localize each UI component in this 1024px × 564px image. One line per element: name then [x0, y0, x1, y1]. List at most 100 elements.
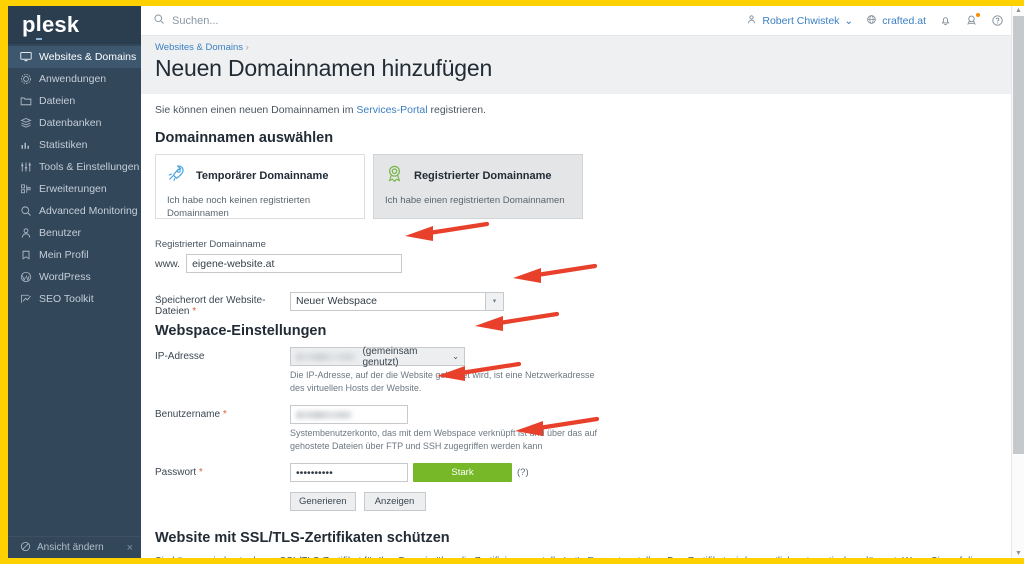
generate-password-button[interactable]: Generieren	[290, 492, 356, 512]
storage-field-control: Neuer Webspace ▾	[290, 291, 1024, 311]
close-icon[interactable]: ×	[127, 542, 133, 554]
sidebar-item-advanced-monitoring[interactable]: Advanced Monitoring	[8, 200, 141, 222]
lets-encrypt-link[interactable]: Let's Encrypt	[564, 556, 622, 558]
card-registered-domain[interactable]: Registrierter Domainname Ich habe einen …	[373, 154, 583, 219]
ip-address-redacted-value	[296, 352, 358, 361]
collapse-chevron-icon[interactable]: ‹	[157, 291, 161, 303]
card-description: Ich habe noch keinen registrierten Domai…	[167, 195, 311, 219]
section-title-webspace: Webspace-Einstellungen	[155, 323, 327, 339]
ip-field-hint: Die IP-Adresse, auf der die Website geho…	[290, 370, 595, 394]
required-marker: *	[198, 467, 203, 479]
storage-select-value[interactable]: Neuer Webspace	[290, 291, 486, 311]
globe-icon	[866, 14, 877, 28]
award-rosette-icon	[384, 163, 405, 189]
sidebar-item-benutzer[interactable]: Benutzer	[8, 222, 141, 244]
sidebar: p l esk Websites & Domains Anwendungen Dat…	[8, 6, 141, 558]
ip-address-select[interactable]: (gemeinsam genutzt) ⌄	[290, 346, 465, 368]
username-field-hint: Systembenutzerkonto, das mit dem Webspac…	[290, 428, 597, 452]
services-portal-link[interactable]: Services-Portal	[356, 104, 427, 116]
ip-field-control: (gemeinsam genutzt) ⌄ Die IP-Adresse, au…	[290, 346, 1024, 395]
username-field-row: Benutzername * Systembenutzerkonto, das …	[155, 405, 1024, 453]
site-link[interactable]: crafted.at	[866, 14, 926, 28]
page-header: Websites & Domains › Neuen Domainnamen h…	[141, 36, 1024, 94]
sidebar-item-label: Advanced Monitoring	[39, 205, 138, 217]
form-body: Sie können einen neuen Domainnamen im Se…	[141, 94, 1024, 558]
sidebar-item-label: Tools & Einstellungen	[39, 161, 140, 173]
chevron-down-icon: ⌄	[452, 352, 459, 361]
domain-prefix: www.	[155, 257, 181, 270]
storage-select[interactable]: Neuer Webspace ▾	[290, 291, 504, 311]
user-menu[interactable]: Robert Chwistek ⌄	[746, 14, 853, 28]
sidebar-item-label: Dateien	[39, 95, 76, 107]
puzzle-icon	[20, 183, 32, 195]
breadcrumb-separator: ›	[245, 42, 249, 53]
rocket-icon	[166, 163, 187, 189]
monitor-icon	[20, 51, 32, 63]
breadcrumb-item[interactable]: Websites & Domains	[155, 42, 243, 53]
search-box[interactable]	[153, 12, 746, 30]
user-name: Robert Chwistek	[762, 14, 840, 27]
bar-chart-icon	[20, 139, 32, 151]
intro-text: Sie können einen neuen Domainnamen im Se…	[155, 104, 1024, 116]
page-title: Neuen Domainnamen hinzufügen	[155, 55, 493, 81]
logo-text-pre: p	[22, 12, 36, 37]
view-change-icon	[20, 541, 31, 555]
page-content: Websites & Domains › Neuen Domainnamen h…	[141, 36, 1024, 558]
card-header: Registrierter Domainname	[384, 163, 572, 189]
intro-after: registrieren.	[427, 104, 486, 116]
intro-before: Sie können einen neuen Domainnamen im	[155, 104, 357, 116]
domain-name-input[interactable]	[186, 254, 403, 273]
username-redacted-value	[296, 410, 352, 419]
bell-icon[interactable]	[939, 14, 952, 27]
domain-field-row: www.	[155, 254, 1024, 273]
password-field-row: Passwort * Stark (?) Generieren An	[155, 463, 1024, 512]
required-marker: *	[192, 306, 197, 317]
sidebar-item-dateien[interactable]: Dateien	[8, 90, 141, 112]
badge-icon	[20, 249, 32, 261]
breadcrumb[interactable]: Websites & Domains ›	[155, 42, 1024, 53]
view-change-bar[interactable]: Ansicht ändern ×	[8, 536, 141, 558]
scrollbar-thumb[interactable]	[1013, 16, 1024, 454]
username-label-text: Benutzername	[155, 409, 221, 421]
show-password-button[interactable]: Anzeigen	[363, 492, 426, 512]
section-title-domain: Domainnamen auswählen	[155, 130, 334, 146]
sidebar-item-label: Datenbanken	[39, 117, 102, 129]
password-help-link[interactable]: (?)	[517, 467, 529, 478]
ip-field-row: IP-Adresse (gemeinsam genutzt) ⌄ Die IP-…	[155, 346, 1024, 395]
scroll-up-icon[interactable]: ▲	[1015, 7, 1022, 14]
extensions-icon[interactable]	[965, 13, 980, 27]
domain-type-cards: Temporärer Domainname Ich habe noch kein…	[155, 154, 1024, 219]
trend-icon	[20, 293, 32, 305]
sidebar-item-datenbanken[interactable]: Datenbanken	[8, 112, 141, 134]
sidebar-nav: Websites & Domains Anwendungen Dateien D…	[8, 44, 141, 310]
storage-field-row: ‹ Speicherort der Website-Dateien * Neue…	[155, 291, 1024, 317]
password-buttons: Generieren Anzeigen	[290, 492, 1024, 512]
plesk-logo[interactable]: p l esk	[8, 6, 141, 44]
sidebar-item-erweiterungen[interactable]: Erweiterungen	[8, 178, 141, 200]
password-strength-bar: Stark	[413, 463, 512, 483]
card-temporary-domain[interactable]: Temporärer Domainname Ich habe noch kein…	[155, 154, 365, 219]
username-input[interactable]	[290, 405, 408, 425]
sidebar-item-seo-toolkit[interactable]: SEO Toolkit	[8, 288, 141, 310]
sidebar-item-statistiken[interactable]: Statistiken	[8, 134, 141, 156]
sidebar-item-mein-profil[interactable]: Mein Profil	[8, 244, 141, 266]
help-icon[interactable]	[991, 14, 1004, 27]
required-marker: *	[222, 409, 227, 421]
chevron-down-icon[interactable]: ▾	[486, 291, 504, 311]
view-change-label: Ansicht ändern	[37, 542, 104, 553]
sidebar-item-wordpress[interactable]: WordPress	[8, 266, 141, 288]
sidebar-item-anwendungen[interactable]: Anwendungen	[8, 68, 141, 90]
password-input[interactable]	[290, 463, 408, 483]
card-header: Temporärer Domainname	[166, 163, 354, 189]
username-field-label: Benutzername *	[155, 405, 290, 420]
password-row: Stark (?)	[290, 463, 1024, 483]
sidebar-item-tools-einstellungen[interactable]: Tools & Einstellungen	[8, 156, 141, 178]
gear-icon	[20, 73, 32, 85]
sidebar-item-websites-domains[interactable]: Websites & Domains	[8, 46, 141, 68]
scroll-down-icon[interactable]: ▼	[1015, 550, 1022, 557]
user-icon	[20, 227, 32, 239]
sidebar-item-label: Anwendungen	[39, 73, 107, 85]
search-input[interactable]	[172, 14, 432, 27]
password-field-label: Passwort *	[155, 463, 290, 478]
page-scrollbar[interactable]: ▲ ▼	[1011, 6, 1024, 558]
